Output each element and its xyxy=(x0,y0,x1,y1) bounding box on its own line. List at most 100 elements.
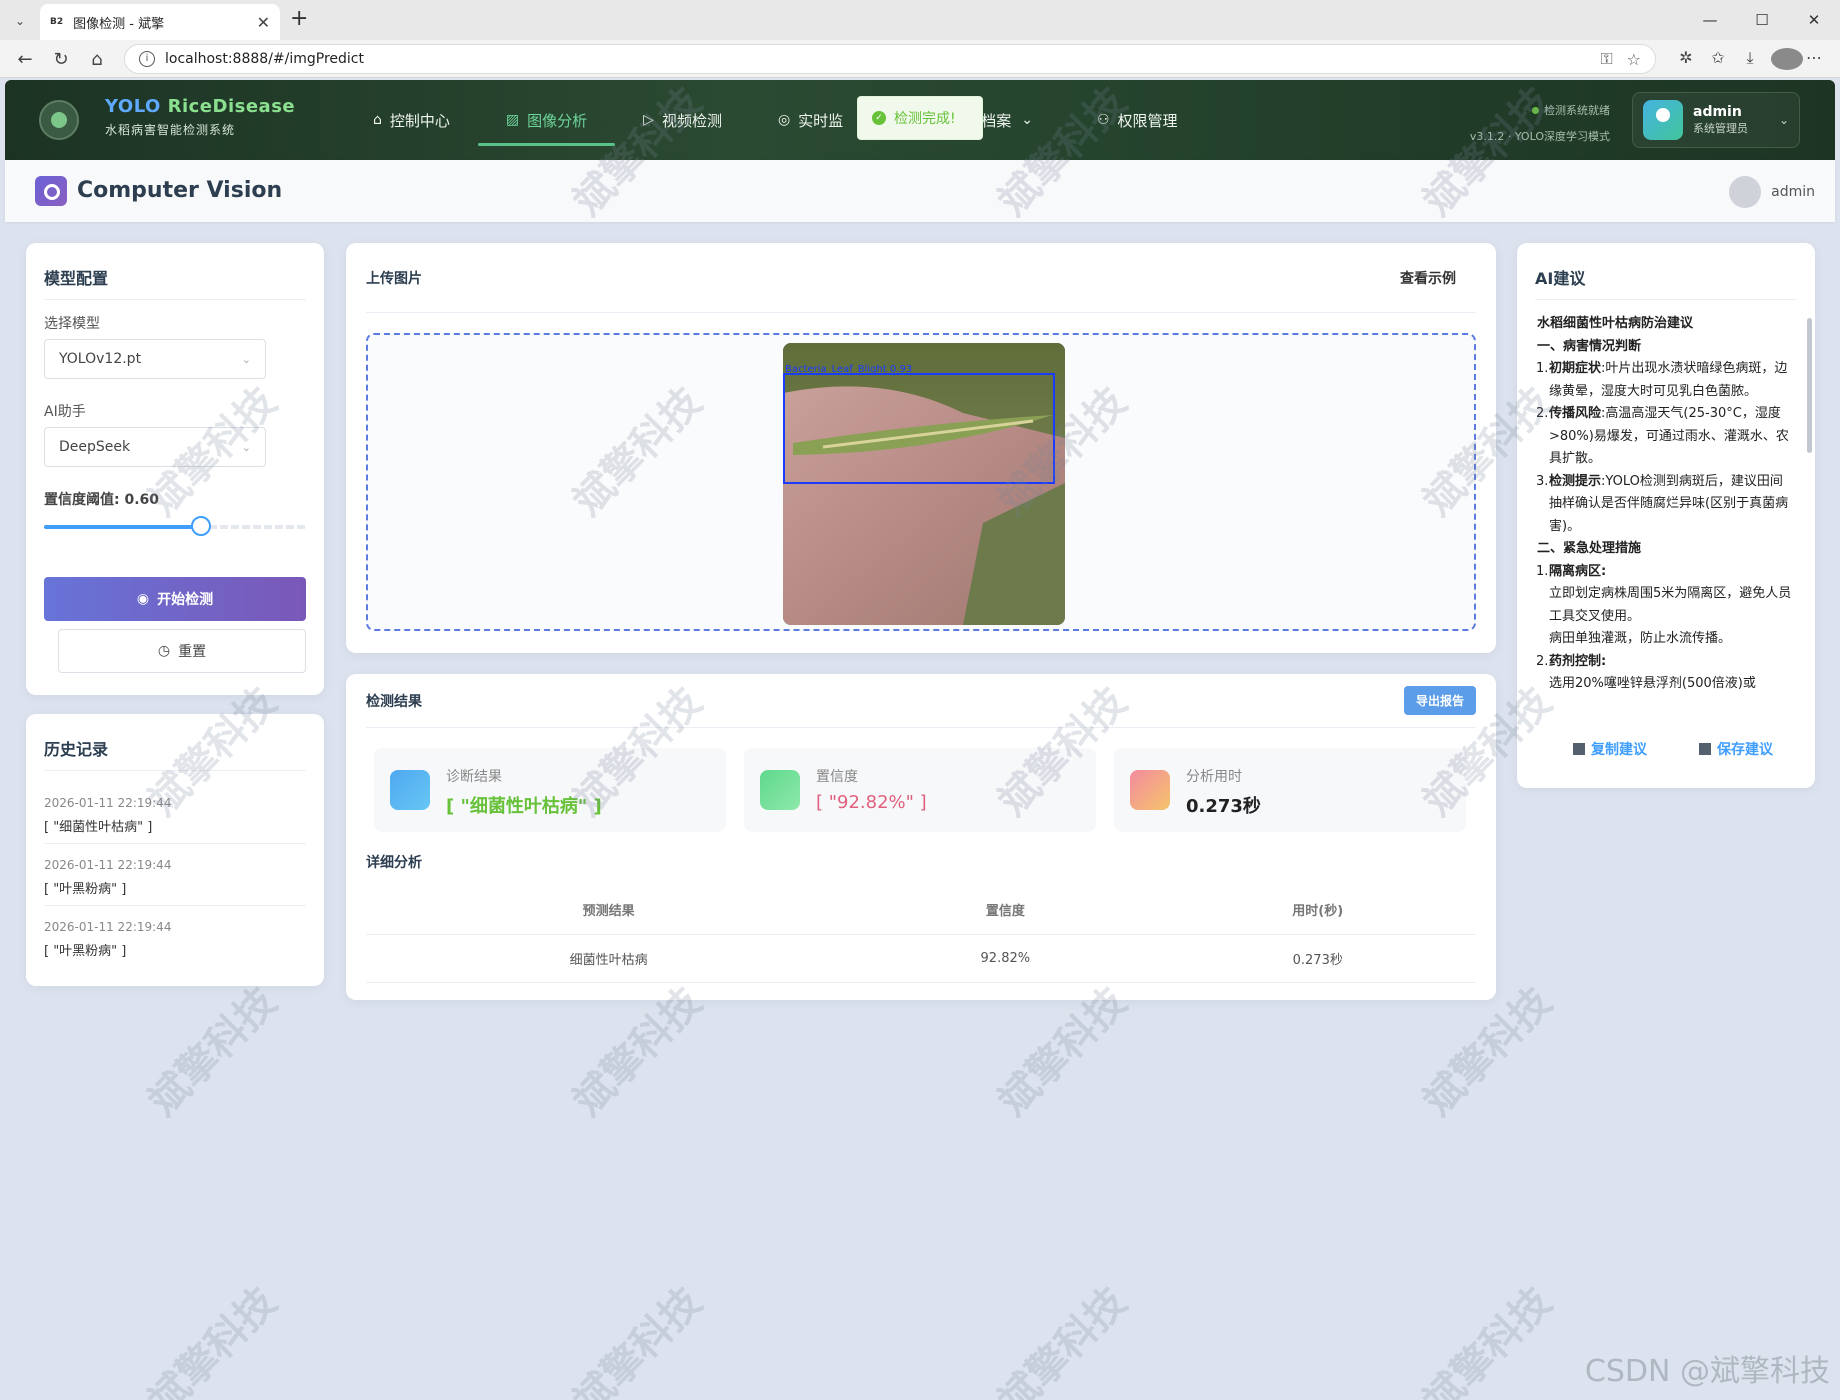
sub-header: Computer Vision admin xyxy=(5,160,1835,222)
chevron-down-icon: ⌄ xyxy=(1778,113,1789,127)
maximize-button[interactable]: ☐ xyxy=(1736,0,1788,40)
avatar xyxy=(1729,176,1762,208)
home-icon[interactable]: ⌂ xyxy=(82,49,112,70)
advice-section: 二、紧急处理措施 xyxy=(1537,541,1642,556)
advice-heading: 水稻细菌性叶枯病防治建议 xyxy=(1537,316,1694,331)
browser-toolbar: ✲ ✩ ⤓ ⋯ xyxy=(1670,48,1830,70)
advice-scrollbar[interactable] xyxy=(1807,318,1812,453)
nav-item-permissions[interactable]: ⚇ 权限管理 xyxy=(1069,80,1206,160)
table-cell: 92.82% xyxy=(851,934,1160,983)
history-time: 2026-01-11 22:19:44 xyxy=(44,920,172,934)
results-table: 预测结果 置信度 用时(秒) 细菌性叶枯病 92.82% 0.273秒 xyxy=(366,886,1476,983)
play-icon: ▷ xyxy=(643,112,654,128)
results-card: 检测结果 导出报告 诊断结果 [ "细菌性叶枯病" ] 置信度 [ "92.82… xyxy=(346,674,1496,1000)
nav-label: 权限管理 xyxy=(1117,111,1178,130)
duration-label: 分析用时 xyxy=(1186,769,1242,785)
profile-icon[interactable] xyxy=(1766,48,1803,70)
table-row[interactable]: 细菌性叶枯病 92.82% 0.273秒 xyxy=(366,934,1476,983)
reset-button[interactable]: ◷ 重置 xyxy=(58,629,306,673)
advice-actions: 复制建议 保存建议 xyxy=(1573,739,1773,759)
image-icon: ▨ xyxy=(505,112,520,128)
chevron-down-icon: ⌄ xyxy=(241,352,251,366)
minimize-button[interactable]: — xyxy=(1684,0,1736,40)
version-text: v3.1.2 · YOLO深度学习模式 xyxy=(1469,130,1610,143)
user-menu[interactable]: admin 系统管理员 ⌄ xyxy=(1632,92,1800,148)
nav-item-realtime[interactable]: ◎ 实时监 xyxy=(750,80,871,160)
ai-assistant-select[interactable]: DeepSeek ⌄ xyxy=(44,427,266,467)
info-icon[interactable]: i xyxy=(139,51,155,67)
confidence-slider[interactable] xyxy=(44,516,306,536)
nav-item-dashboard[interactable]: ⌂ 控制中心 xyxy=(345,80,478,160)
ai-advice-content[interactable]: 水稻细菌性叶枯病防治建议 一、病害情况判断 1. 初期症状:叶片出现水渍状暗绿色病… xyxy=(1537,313,1795,721)
url-text[interactable]: localhost:8888/#/imgPredict xyxy=(165,51,1586,67)
nav-item-video[interactable]: ▷ 视频检测 xyxy=(615,80,750,160)
nav-item-image-analysis[interactable]: ▨ 图像分析 xyxy=(477,80,616,160)
favorites-icon[interactable]: ✩ xyxy=(1702,48,1734,70)
address-bar-row: ← ↻ ⌂ i localhost:8888/#/imgPredict ⚿ ☆ … xyxy=(0,40,1840,78)
close-window-button[interactable]: ✕ xyxy=(1788,0,1840,40)
slider-fill xyxy=(44,525,201,529)
system-status: 检测系统就绪 v3.1.2 · YOLO深度学习模式 xyxy=(1470,102,1610,144)
slider-handle[interactable] xyxy=(191,516,211,536)
more-icon[interactable]: ⋯ xyxy=(1798,48,1830,70)
watermark: 斌擎科技 xyxy=(139,978,286,1125)
download-icon[interactable]: ⤓ xyxy=(1734,48,1766,70)
browser-tab[interactable]: B2 图像检测 - 斌擎 ✕ xyxy=(40,4,280,40)
start-detection-button[interactable]: ◉ 开始检测 xyxy=(44,577,306,621)
duration-icon xyxy=(1130,770,1170,810)
nav-label: 图像分析 xyxy=(527,111,588,130)
sub-header-user[interactable]: admin xyxy=(1729,176,1815,208)
ai-advice-card: AI建议 水稻细菌性叶枯病防治建议 一、病害情况判断 1. 初期症状:叶片出现水渍… xyxy=(1517,243,1815,788)
export-report-button[interactable]: 导出报告 xyxy=(1403,686,1476,715)
model-config-card: 模型配置 选择模型 YOLOv12.pt ⌄ AI助手 DeepSeek ⌄ 置信度… xyxy=(26,243,324,695)
csdn-watermark: CSDN @斌擎科技 xyxy=(1584,1354,1830,1389)
star-icon[interactable]: ☆ xyxy=(1627,50,1641,69)
diagnosis-value: [ "细菌性叶枯病" ] xyxy=(446,796,602,817)
tab-title: 图像检测 - 斌擎 xyxy=(73,16,165,32)
advice-item-text: 病田单独灌溉，防止水流传播。 xyxy=(1549,631,1732,646)
ai-assistant-label: AI助手 xyxy=(44,404,86,420)
view-example-button[interactable]: 查看示例 xyxy=(1400,268,1456,288)
chevron-down-icon: ⌄ xyxy=(1021,112,1033,128)
reload-icon[interactable]: ↻ xyxy=(46,49,76,70)
history-value: [ "细菌性叶枯病" ] xyxy=(44,820,153,835)
watermark: 斌擎科技 xyxy=(564,1278,711,1400)
tab-list-button[interactable]: ⌄ xyxy=(8,10,32,32)
confidence-value: [ "92.82%" ] xyxy=(816,792,927,813)
table-header-row: 预测结果 置信度 用时(秒) xyxy=(366,886,1476,935)
history-item[interactable]: 2026-01-11 22:19:44 [ "细菌性叶枯病" ] xyxy=(44,782,306,844)
camera-icon: ◎ xyxy=(777,112,791,128)
brand-subtitle: 水稻病害智能检测系统 xyxy=(105,123,236,137)
key-icon[interactable]: ⚿ xyxy=(1600,49,1612,69)
new-tab-button[interactable]: + xyxy=(290,6,308,31)
column-header: 置信度 xyxy=(851,886,1160,935)
advice-item-text: 选用20%噻唑锌悬浮剂(500倍液)或 xyxy=(1549,676,1756,691)
history-item[interactable]: 2026-01-11 22:19:44 [ "叶黑粉病" ] xyxy=(44,906,306,967)
table-cell: 0.273秒 xyxy=(1159,934,1476,983)
extensions-icon[interactable]: ✲ xyxy=(1670,48,1702,70)
favicon-icon: B2 xyxy=(50,17,64,27)
model-select-value: YOLOv12.pt xyxy=(59,351,142,367)
advice-item: 1. 隔离病区: xyxy=(1537,563,1607,579)
copy-advice-button[interactable]: 复制建议 xyxy=(1573,739,1647,759)
model-select[interactable]: YOLOv12.pt ⌄ xyxy=(44,339,266,379)
watermark: 斌擎科技 xyxy=(139,1278,286,1400)
logo-icon[interactable] xyxy=(39,100,79,140)
advice-item-title: 检测提示 xyxy=(1549,473,1602,489)
results-title: 检测结果 xyxy=(366,693,422,710)
save-advice-button[interactable]: 保存建议 xyxy=(1699,739,1773,759)
address-bar[interactable]: i localhost:8888/#/imgPredict ⚿ ☆ xyxy=(124,44,1656,74)
detection-box-label: Bacteria_Leaf_Blight 0.93 xyxy=(785,364,912,375)
advice-item: 2. 传播风险:高温高湿天气(25-30°C，湿度>80%)易爆发，可通过雨水、灌… xyxy=(1537,406,1789,466)
ai-assistant-value: DeepSeek xyxy=(59,439,131,455)
advice-item: 2. 药剂控制: xyxy=(1537,653,1607,669)
back-icon[interactable]: ← xyxy=(10,49,40,70)
history-item[interactable]: 2026-01-11 22:19:44 [ "叶黑粉病" ] xyxy=(44,844,306,906)
reset-icon: ◷ xyxy=(157,643,171,659)
detection-result-image: Bacteria_Leaf_Blight 0.93 xyxy=(783,343,1065,625)
watermark: 斌擎科技 xyxy=(989,1278,1136,1400)
upload-dropzone[interactable]: Bacteria_Leaf_Blight 0.93 xyxy=(366,333,1476,631)
close-tab-icon[interactable]: ✕ xyxy=(257,13,270,32)
window-controls: — ☐ ✕ xyxy=(1684,0,1840,40)
watermark: 斌擎科技 xyxy=(1414,1278,1561,1400)
